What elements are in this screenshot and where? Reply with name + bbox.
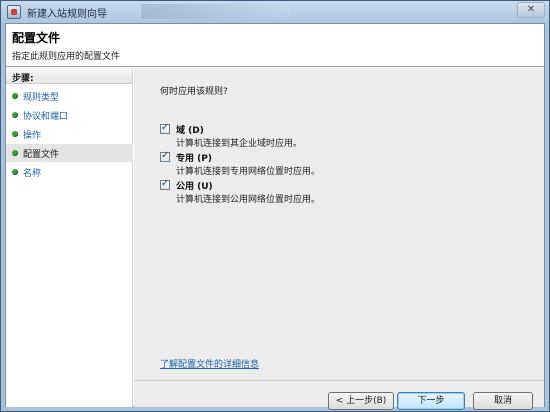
close-button[interactable]: ✕: [517, 2, 545, 18]
title-bar[interactable]: 新建入站规则向导 ✕: [1, 1, 549, 23]
green-dot-icon: [12, 169, 18, 175]
page-subtitle: 指定此规则应用的配置文件: [12, 52, 121, 62]
domain-description: 计算机连接到其企业域时应用。: [176, 139, 303, 149]
green-dot-icon: [12, 112, 18, 118]
step-name[interactable]: 名称: [6, 163, 133, 181]
step-label: 操作: [23, 131, 42, 141]
option-domain: 域 (D) 计算机连接到其企业域时应用。: [160, 122, 460, 149]
step-profile[interactable]: 配置文件: [6, 144, 133, 162]
wizard-header: 配置文件 指定此规则应用的配置文件: [6, 24, 544, 67]
domain-label[interactable]: 域 (D): [176, 123, 204, 136]
step-label: 规则类型: [23, 93, 60, 103]
main-panel: 何时应用该规则? 域 (D) 计算机连接到其企业域时应用。 专用 (P) 计算机…: [134, 68, 544, 410]
step-rule-type[interactable]: 规则类型: [6, 87, 133, 105]
steps-heading-label: 步骤:: [12, 74, 34, 84]
step-action[interactable]: 操作: [6, 125, 133, 143]
wizard-client-area: 配置文件 指定此规则应用的配置文件 步骤: 规则类型 协议和端口 操作 配置文件: [5, 23, 545, 410]
steps-heading: 步骤:: [6, 68, 132, 84]
green-dot-icon: [12, 93, 18, 99]
window-title: 新建入站规则向导: [27, 9, 107, 20]
private-description: 计算机连接到专用网络位置时应用。: [176, 167, 321, 177]
public-description: 计算机连接到公用网络位置时应用。: [176, 195, 321, 205]
back-button[interactable]: < 上一步(B): [328, 392, 394, 410]
step-label: 名称: [23, 169, 42, 179]
private-checkbox[interactable]: [160, 150, 170, 162]
learn-more-link[interactable]: 了解配置文件的详细信息: [160, 357, 259, 370]
step-label: 协议和端口: [23, 112, 69, 122]
option-private: 专用 (P) 计算机连接到专用网络位置时应用。: [160, 150, 460, 177]
question-text: 何时应用该规则?: [160, 87, 228, 97]
wizard-window: 新建入站规则向导 ✕ 配置文件 指定此规则应用的配置文件 步骤: 规则类型 协议…: [0, 0, 550, 412]
step-protocol-port[interactable]: 协议和端口: [6, 106, 133, 124]
green-dot-icon: [12, 131, 18, 137]
cancel-button[interactable]: 取消: [473, 392, 533, 410]
option-public: 公用 (U) 计算机连接到公用网络位置时应用。: [160, 178, 460, 205]
green-dot-icon: [12, 150, 18, 156]
page-title: 配置文件: [12, 31, 61, 45]
step-label: 配置文件: [23, 150, 60, 160]
footer-divider: [134, 380, 544, 381]
firewall-icon: [7, 5, 21, 19]
steps-panel: 步骤: 规则类型 协议和端口 操作 配置文件 名称: [6, 68, 133, 407]
title-bar-glass: [141, 4, 291, 19]
private-label[interactable]: 专用 (P): [176, 151, 212, 164]
domain-checkbox[interactable]: [160, 122, 170, 134]
public-label[interactable]: 公用 (U): [176, 179, 213, 192]
next-button[interactable]: 下一步: [397, 392, 465, 410]
public-checkbox[interactable]: [160, 178, 170, 190]
